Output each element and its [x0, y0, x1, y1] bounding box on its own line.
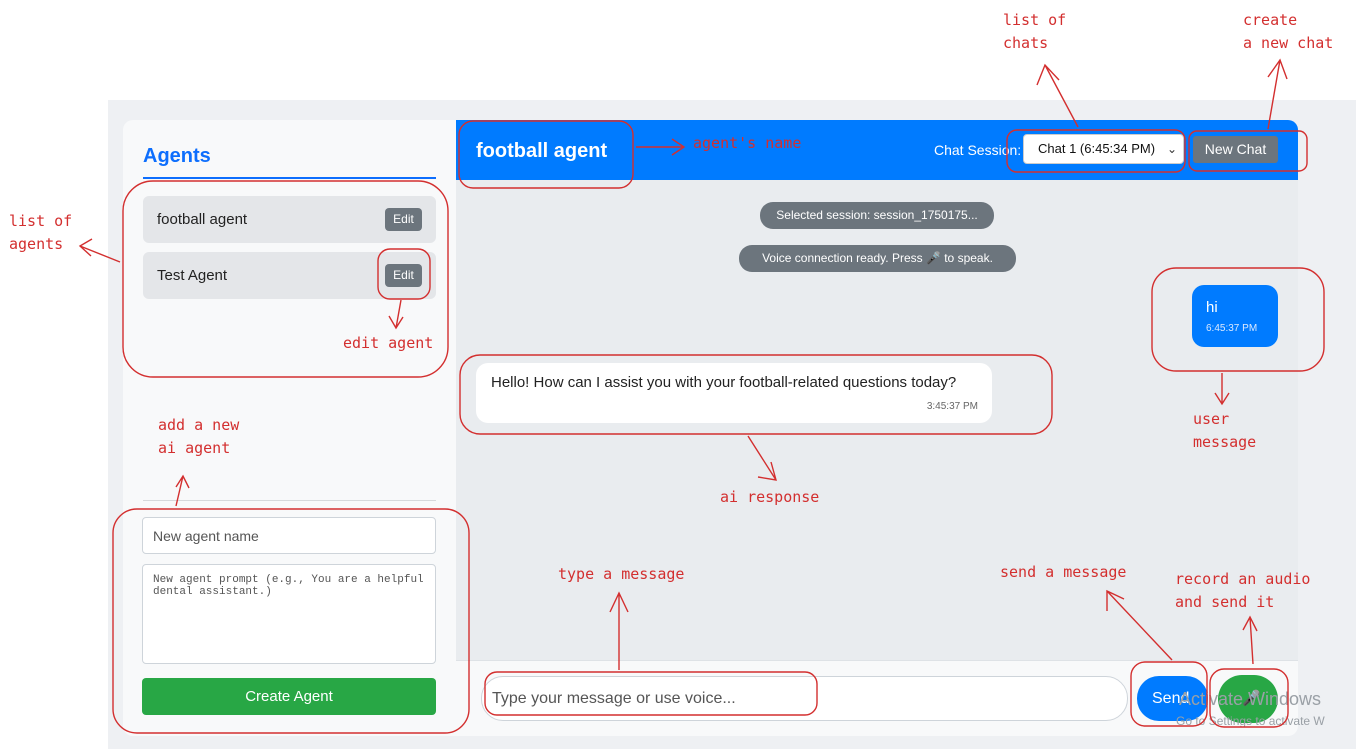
sidebar-divider: [143, 500, 436, 501]
session-label: Chat Session:: [934, 142, 1022, 158]
annotation-label-ai-response: ai response: [720, 488, 820, 506]
activate-windows-subtext: Go to Settings to activate W: [1176, 714, 1325, 728]
message-time: 6:45:37 PM: [1206, 323, 1258, 334]
annotation-label-send-message: send a message: [1000, 563, 1127, 581]
annotation-label-chat-list: list of chats: [1003, 11, 1067, 52]
create-agent-button[interactable]: Create Agent: [142, 678, 436, 715]
new-agent-name-input[interactable]: [142, 517, 436, 554]
chat-session-select[interactable]: Chat 1 (6:45:34 PM) ⌄: [1023, 134, 1184, 164]
session-selected-value: Chat 1 (6:45:34 PM): [1038, 141, 1156, 156]
new-agent-prompt-textarea[interactable]: [142, 564, 436, 664]
agent-name: football agent: [157, 211, 248, 228]
activate-windows-watermark: Activate Windows: [1179, 689, 1322, 709]
message-time: 3:45:37 PM: [926, 401, 978, 412]
screenshot-stage: Agents football agent Edit Test Agent Ed…: [0, 0, 1356, 749]
annotation-label-user-message: user message: [1193, 410, 1257, 451]
agent-name: Test Agent: [157, 267, 228, 284]
system-message: Selected session: session_1750175...: [760, 202, 994, 229]
annotation-label-agent-name: agent's name: [693, 134, 802, 152]
agent-item-football[interactable]: football agent Edit: [143, 196, 436, 243]
message-input[interactable]: [481, 676, 1128, 721]
annotation-label-type-message: type a message: [558, 565, 685, 583]
chevron-down-icon: ⌄: [1166, 142, 1177, 156]
system-message: Voice connection ready. Press 🎤 to speak…: [739, 245, 1016, 272]
message-text: Hello! How can I assist you with your fo…: [491, 374, 957, 391]
annotation-label-new-agent: add a new ai agent: [158, 416, 240, 457]
chat-agent-name: football agent: [476, 140, 608, 162]
sidebar-title-underline: [143, 177, 436, 179]
annotation-label-edit-agent: edit agent: [343, 334, 434, 352]
new-chat-button[interactable]: New Chat: [1193, 136, 1278, 163]
annotation-label-agent-list: list of agents: [9, 212, 73, 253]
chat-pane: football agent Chat Session: Chat 1 (6:4…: [456, 120, 1298, 736]
chat-header: football agent Chat Session: Chat 1 (6:4…: [456, 120, 1298, 180]
message-text: hi: [1206, 299, 1218, 316]
message-input-bar: Send 🎤: [456, 660, 1298, 736]
sidebar-title: Agents: [143, 145, 211, 167]
ai-message-bubble: Hello! How can I assist you with your fo…: [476, 363, 992, 423]
user-message-bubble: hi 6:45:37 PM: [1192, 285, 1278, 347]
agent-item-test[interactable]: Test Agent Edit: [143, 252, 436, 299]
annotation-label-record-audio: record an audio and send it: [1175, 570, 1311, 611]
annotation-label-new-chat: create a new chat: [1243, 11, 1334, 52]
edit-agent-button[interactable]: Edit: [385, 208, 422, 231]
edit-agent-button[interactable]: Edit: [385, 264, 422, 287]
